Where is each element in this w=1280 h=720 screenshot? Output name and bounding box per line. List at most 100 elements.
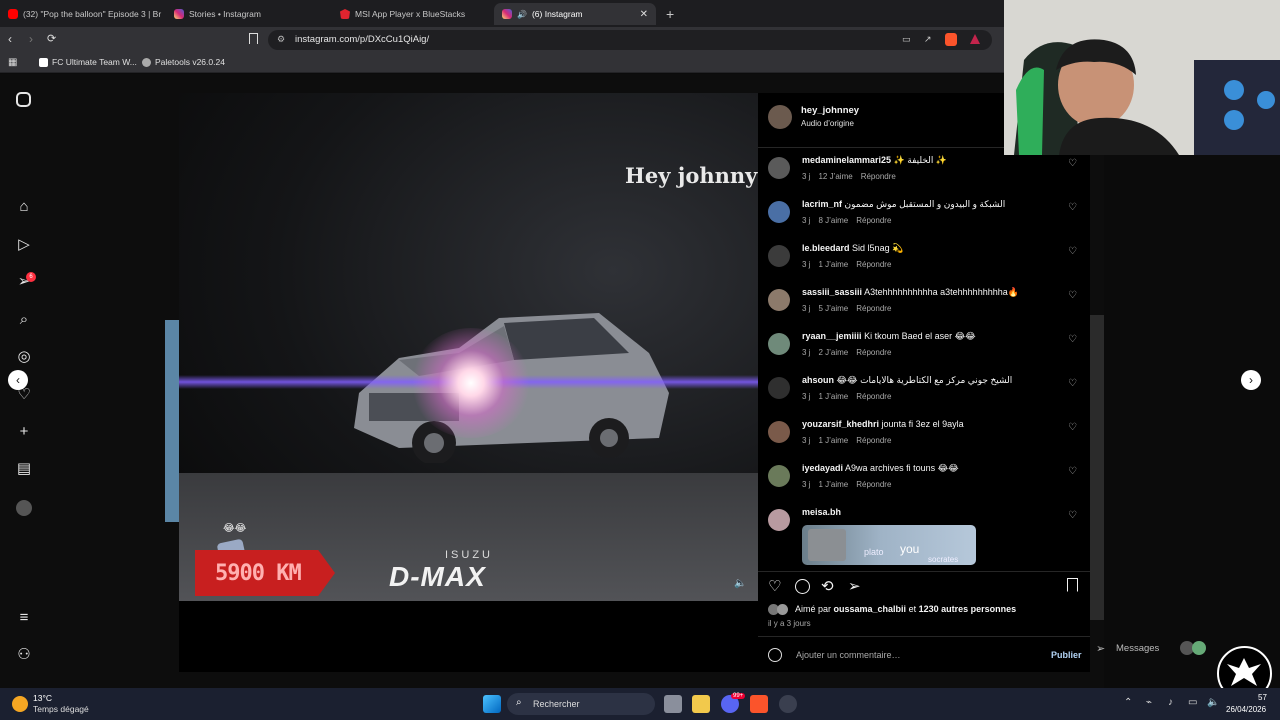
display-icon[interactable]: ▭ — [1188, 697, 1197, 708]
comment-likes[interactable]: 1 J’aime — [818, 260, 848, 269]
comment-like-icon[interactable]: ♡ — [1068, 290, 1077, 301]
previous-post-button[interactable]: ‹ — [8, 370, 28, 390]
search-icon[interactable]: ⌕ — [15, 311, 33, 329]
repost-icon[interactable]: ⟲ — [821, 577, 834, 595]
comment-username[interactable]: youzarsif_khedhri — [802, 419, 879, 429]
site-info-icon[interactable]: ⚙ — [277, 34, 285, 45]
back-icon[interactable]: ‹ — [8, 32, 12, 46]
volume-icon[interactable]: 🔈 — [734, 578, 748, 592]
comment-username[interactable]: ahsoun — [802, 375, 834, 385]
comment-username[interactable]: meisa.bh — [802, 507, 841, 517]
commenter-avatar[interactable] — [768, 289, 790, 311]
create-icon[interactable]: + — [15, 423, 33, 441]
clock-date[interactable]: 26/04/2026 — [1226, 705, 1266, 714]
explore-icon[interactable]: ◎ — [15, 348, 33, 366]
comment-like-icon[interactable]: ♡ — [1068, 466, 1077, 477]
comment-likes[interactable]: 5 J’aime — [818, 304, 848, 313]
reply-button[interactable]: Répondre — [856, 480, 891, 489]
reels-icon[interactable]: ▷ — [15, 236, 33, 254]
brave-browser-icon[interactable] — [750, 695, 768, 713]
commenter-avatar[interactable] — [768, 157, 790, 179]
windows-start-icon[interactable] — [483, 695, 501, 713]
volume-icon[interactable]: 🔈 — [1207, 697, 1219, 708]
task-view-icon[interactable] — [664, 695, 682, 713]
commenter-avatar[interactable] — [768, 333, 790, 355]
browser-tab[interactable]: Stories • Instagram — [166, 3, 332, 25]
new-tab-button[interactable]: + — [658, 3, 682, 25]
comment-like-icon[interactable]: ♡ — [1068, 202, 1077, 213]
bookmark-icon[interactable] — [249, 33, 258, 44]
reply-button[interactable]: Répondre — [861, 172, 896, 181]
browser-tab-active[interactable]: 🔊 (6) Instagram ✕ — [494, 3, 656, 25]
reply-button[interactable]: Répondre — [856, 348, 891, 357]
author-username[interactable]: hey_johnney — [801, 105, 859, 116]
commenter-avatar[interactable] — [768, 509, 790, 531]
comment-likes[interactable]: 1 J’aime — [818, 480, 848, 489]
meta-apps-icon[interactable]: ⚇ — [15, 646, 33, 664]
comment-likes[interactable]: 1 J’aime — [818, 392, 848, 401]
reply-button[interactable]: Répondre — [856, 260, 891, 269]
liked-user[interactable]: oussama_chalbii — [834, 604, 907, 614]
apps-grid-icon[interactable]: ▦ — [8, 57, 17, 68]
comment-like-icon[interactable]: ♡ — [1068, 378, 1077, 389]
comment-username[interactable]: sassiii_sassiii — [802, 287, 862, 297]
brave-shields-icon[interactable] — [945, 33, 957, 46]
close-tab-icon[interactable]: ✕ — [640, 9, 648, 20]
brave-rewards-icon[interactable] — [970, 34, 980, 44]
comment-username[interactable]: ryaan__jemiiii — [802, 331, 862, 341]
commenter-avatar[interactable] — [768, 201, 790, 223]
weather-icon[interactable] — [12, 696, 28, 712]
address-bar[interactable]: ⚙ instagram.com/p/DXcCu1QiAig/ ▭ ↗ — [268, 30, 992, 50]
like-icon[interactable]: ♡ — [768, 577, 781, 595]
comment-input[interactable]: Ajouter un commentaire… — [796, 650, 901, 660]
commenter-avatar[interactable] — [768, 421, 790, 443]
comment-icon[interactable] — [795, 579, 810, 594]
publish-button[interactable]: Publier — [1051, 650, 1082, 660]
comment-like-icon[interactable]: ♡ — [1068, 334, 1077, 345]
comment-likes[interactable]: 2 J’aime — [818, 348, 848, 357]
commenter-avatar[interactable] — [768, 377, 790, 399]
network-icon[interactable]: ⌁ — [1146, 697, 1152, 708]
next-post-button[interactable]: › — [1241, 370, 1261, 390]
bookmark-item[interactable]: FC Ultimate Team W... — [39, 57, 137, 67]
bookmark-item[interactable]: Paletools v26.0.24 — [142, 57, 225, 67]
save-icon[interactable] — [1067, 578, 1078, 592]
clock-time[interactable]: 57 — [1258, 693, 1267, 702]
comment-username[interactable]: lacrim_nf — [802, 199, 842, 209]
taskbar-search[interactable]: ⌕ Rechercher — [507, 693, 655, 715]
comment-like-icon[interactable]: ♡ — [1068, 246, 1077, 257]
author-avatar[interactable] — [768, 105, 792, 129]
reply-button[interactable]: Répondre — [856, 392, 891, 401]
browser-tab[interactable]: (32) "Pop the balloon" Episode 3 | Br — [0, 3, 165, 25]
messages-float-button[interactable]: ➢ Messages — [1094, 636, 1220, 662]
comment-username[interactable]: iyedayadi — [802, 463, 843, 473]
profile-avatar[interactable] — [16, 500, 32, 516]
dashboard-icon[interactable]: ▤ — [15, 460, 33, 478]
browser-tab[interactable]: MSI App Player x BlueStacks — [332, 3, 494, 25]
cast-icon[interactable]: ▭ — [902, 34, 911, 45]
share-icon[interactable]: ↗ — [924, 34, 932, 45]
comment-username[interactable]: medaminelammari25 — [802, 155, 891, 165]
reply-button[interactable]: Répondre — [856, 216, 891, 225]
forward-icon[interactable]: › — [29, 32, 33, 46]
file-explorer-icon[interactable] — [692, 695, 710, 713]
reel-video[interactable]: Hey johnny 😂😂 5900 KM ISUZU D-MAX 🔈 — [179, 93, 758, 601]
reply-button[interactable]: Répondre — [856, 304, 891, 313]
menu-icon[interactable]: ≡ — [15, 609, 33, 627]
microphone-icon[interactable]: ♪ — [1168, 697, 1173, 708]
audio-label[interactable]: Audio d’origine — [801, 119, 854, 128]
reload-icon[interactable]: ⟳ — [47, 32, 56, 45]
comment-like-icon[interactable]: ♡ — [1068, 158, 1077, 169]
share-icon[interactable]: ➢ — [848, 577, 861, 595]
liked-others[interactable]: 1230 autres personnes — [919, 604, 1017, 614]
emoji-icon[interactable] — [768, 648, 782, 662]
comment-likes[interactable]: 1 J’aime — [818, 436, 848, 445]
steam-icon[interactable] — [779, 695, 797, 713]
instagram-logo-icon[interactable] — [16, 92, 31, 107]
commenter-avatar[interactable] — [768, 245, 790, 267]
commenter-avatar[interactable] — [768, 465, 790, 487]
comment-like-icon[interactable]: ♡ — [1068, 510, 1077, 521]
liked-by-text[interactable]: Aimé par oussama_chalbii et 1230 autres … — [795, 604, 1016, 614]
comment-likes[interactable]: 8 J’aime — [818, 216, 848, 225]
tray-overflow-icon[interactable]: ⌃ — [1124, 697, 1132, 708]
